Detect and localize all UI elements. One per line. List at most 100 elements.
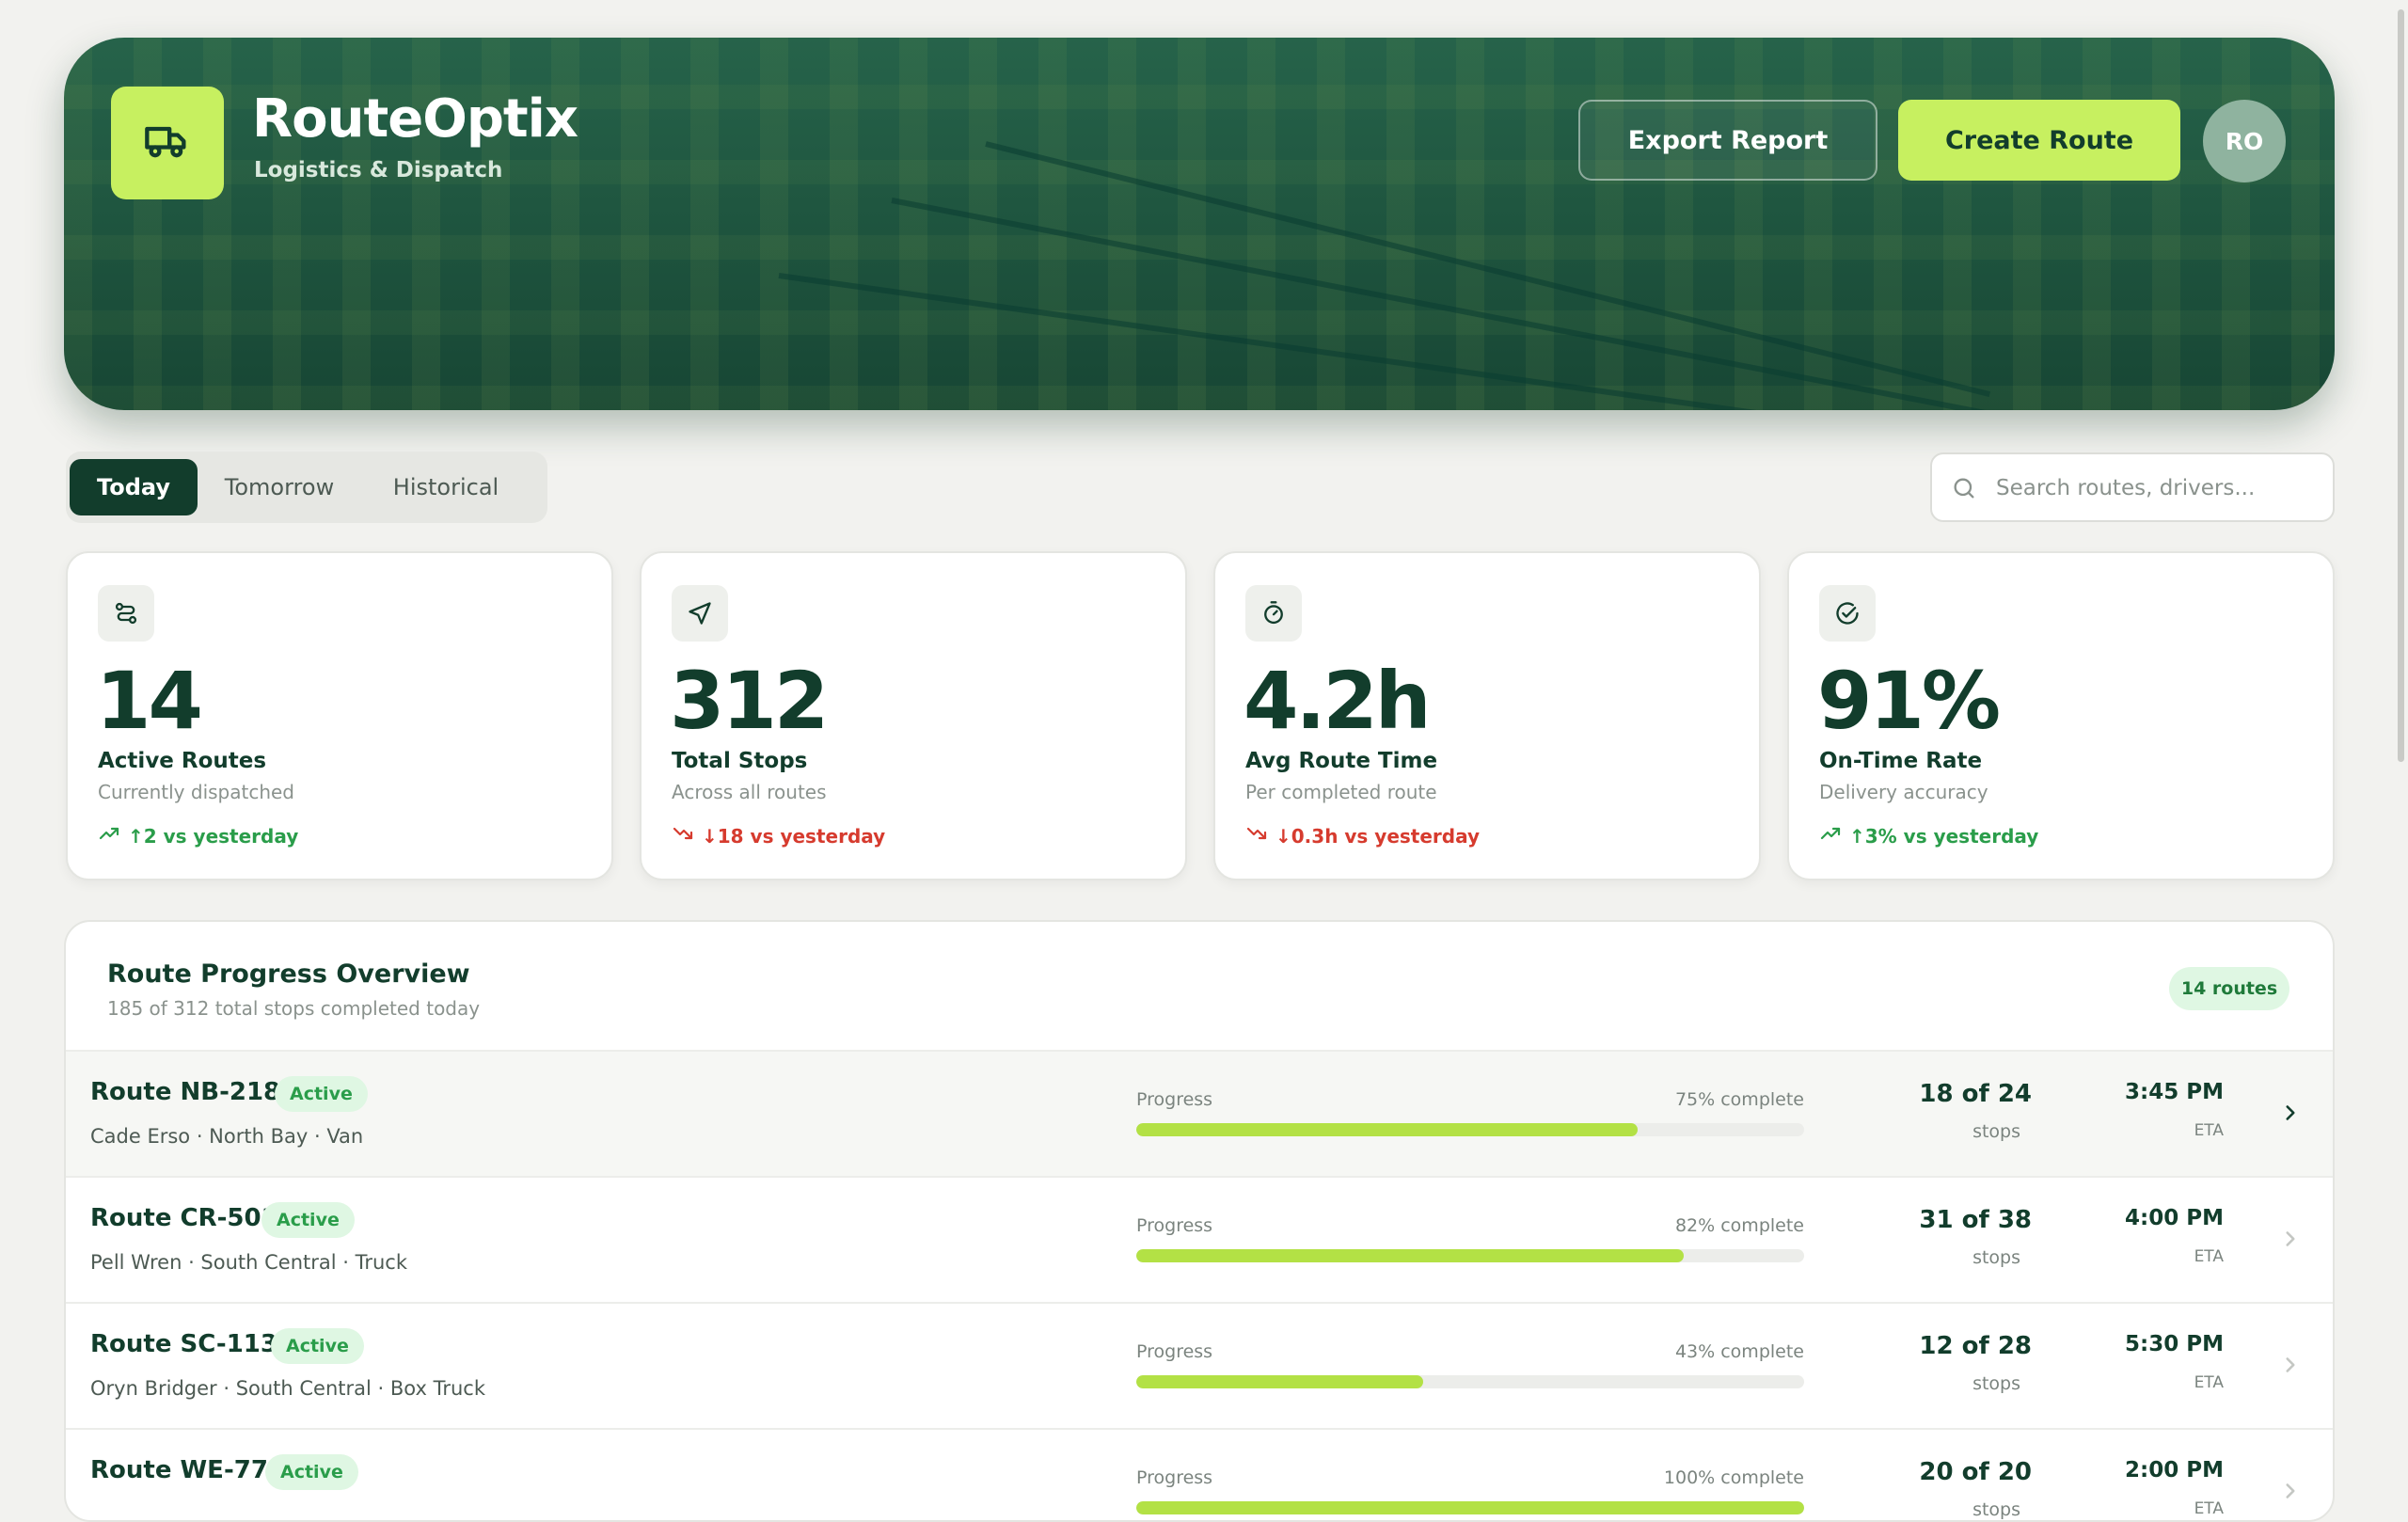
stops-count: 20 of 20: [1919, 1458, 2032, 1486]
route-meta: Cade Erso · North Bay · Van: [90, 1125, 364, 1148]
tab-today[interactable]: Today: [70, 459, 198, 515]
progress-bar: [1136, 1375, 1804, 1388]
stat-caption: Delivery accuracy: [1819, 781, 1988, 803]
route-meta: Oryn Bridger · South Central · Box Truck: [90, 1377, 485, 1400]
stat-trend: ↑2 vs yesterday: [98, 822, 298, 849]
stat-trend-text: ↑2 vs yesterday: [128, 824, 299, 848]
chevron-right-icon[interactable]: [2278, 1479, 2303, 1507]
stat-card-avg-route-time: 4.2h Avg Route Time Per completed route …: [1213, 551, 1761, 880]
stat-value: 14: [96, 655, 203, 747]
tab-tomorrow[interactable]: Tomorrow: [211, 459, 348, 515]
route-icon: [98, 585, 154, 642]
route-progress-panel: Route Progress Overview 185 of 312 total…: [64, 920, 2335, 1522]
route-row[interactable]: Route SC-1138 Active Oryn Bridger · Sout…: [66, 1302, 2333, 1428]
stat-trend: ↑3% vs yesterday: [1819, 822, 2038, 849]
page-scrollbar-thumb[interactable]: [2398, 9, 2404, 762]
progress-fill: [1136, 1501, 1804, 1514]
progress-percent: 100% complete: [1663, 1467, 1804, 1488]
stat-card-on-time-rate: 91% On-Time Rate Delivery accuracy ↑3% v…: [1787, 551, 2335, 880]
route-meta: Pell Wren · South Central · Truck: [90, 1251, 408, 1274]
stat-value: 312: [670, 655, 829, 747]
stat-label: Avg Route Time: [1245, 749, 1438, 773]
progress-label: Progress: [1136, 1467, 1213, 1488]
chevron-right-icon[interactable]: [2278, 1227, 2303, 1255]
eta-time: 4:00 PM: [2125, 1206, 2224, 1230]
stat-trend: ↓0.3h vs yesterday: [1245, 822, 1480, 849]
status-badge: Active: [271, 1328, 364, 1364]
progress-bar: [1136, 1123, 1804, 1136]
panel-title: Route Progress Overview: [107, 959, 470, 989]
progress-label: Progress: [1136, 1341, 1213, 1362]
route-row[interactable]: Route NB-2187 Active Cade Erso · North B…: [66, 1050, 2333, 1176]
progress-percent: 82% complete: [1674, 1215, 1804, 1236]
create-route-button[interactable]: Create Route: [1898, 100, 2180, 181]
page-scrollbar[interactable]: [2395, 0, 2408, 1505]
stat-trend-text: ↓18 vs yesterday: [702, 824, 886, 848]
stops-count: 31 of 38: [1919, 1206, 2032, 1234]
stops-label: stops: [1972, 1499, 2020, 1520]
check-circle-icon: [1819, 585, 1876, 642]
stat-trend-text: ↑3% vs yesterday: [1849, 824, 2039, 848]
chevron-right-icon[interactable]: [2278, 1353, 2303, 1381]
eta-time: 5:30 PM: [2125, 1332, 2224, 1356]
search-box[interactable]: [1930, 452, 2335, 522]
stat-trend-text: ↓0.3h vs yesterday: [1275, 824, 1481, 848]
navigation-icon: [672, 585, 728, 642]
route-row[interactable]: Route WE-774 Active Progress 100% comple…: [66, 1428, 2333, 1520]
status-badge: Active: [261, 1202, 355, 1238]
status-badge: Active: [275, 1076, 368, 1112]
trend-up-icon: [1819, 822, 1842, 849]
progress-fill: [1136, 1249, 1685, 1262]
stat-caption: Per completed route: [1245, 781, 1437, 803]
stat-label: Total Stops: [672, 749, 808, 773]
stops-count: 18 of 24: [1919, 1080, 2032, 1108]
eta-label: ETA: [2194, 1499, 2224, 1518]
brand-logo: [111, 87, 224, 199]
trend-up-icon: [98, 822, 120, 849]
eta-label: ETA: [2194, 1373, 2224, 1392]
search-icon: [1951, 475, 1977, 505]
progress-label: Progress: [1136, 1089, 1213, 1110]
avatar[interactable]: RO: [2203, 100, 2286, 182]
eta-time: 3:45 PM: [2125, 1080, 2224, 1104]
date-range-tabs: Today Tomorrow Historical: [66, 452, 547, 523]
stat-trend: ↓18 vs yesterday: [672, 822, 885, 849]
trend-down-icon: [1245, 822, 1268, 849]
header-banner: RouteOptix Logistics & Dispatch Export R…: [64, 38, 2335, 410]
stat-caption: Across all routes: [672, 781, 827, 803]
app-tagline: Logistics & Dispatch: [254, 158, 503, 182]
stops-label: stops: [1972, 1121, 2020, 1142]
eta-label: ETA: [2194, 1121, 2224, 1140]
trend-down-icon: [672, 822, 694, 849]
stops-label: stops: [1972, 1373, 2020, 1394]
progress-fill: [1136, 1375, 1424, 1388]
tab-historical[interactable]: Historical: [359, 459, 532, 515]
stat-caption: Currently dispatched: [98, 781, 295, 803]
panel-subtitle: 185 of 312 total stops completed today: [107, 997, 481, 1020]
stat-card-total-stops: 312 Total Stops Across all routes ↓18 vs…: [640, 551, 1187, 880]
status-badge: Active: [265, 1454, 358, 1490]
search-input[interactable]: [1994, 468, 2318, 509]
eta-time: 2:00 PM: [2125, 1458, 2224, 1482]
route-name: Route SC-1138: [90, 1330, 295, 1358]
route-name: Route WE-774: [90, 1456, 286, 1484]
stops-label: stops: [1972, 1247, 2020, 1268]
truck-icon: [143, 117, 192, 169]
route-count-badge: 14 routes: [2169, 967, 2289, 1010]
stat-label: Active Routes: [98, 749, 267, 773]
route-name: Route CR-501: [90, 1204, 278, 1232]
progress-bar: [1136, 1501, 1804, 1514]
eta-label: ETA: [2194, 1247, 2224, 1266]
stat-value: 4.2h: [1244, 655, 1432, 747]
progress-bar: [1136, 1249, 1804, 1262]
progress-percent: 43% complete: [1674, 1341, 1804, 1362]
stat-label: On-Time Rate: [1819, 749, 1983, 773]
progress-fill: [1136, 1123, 1638, 1136]
app-name: RouteOptix: [252, 88, 578, 150]
stat-value: 91%: [1817, 655, 2001, 747]
route-row[interactable]: Route CR-501 Active Pell Wren · South Ce…: [66, 1176, 2333, 1302]
timer-icon: [1245, 585, 1302, 642]
chevron-right-icon[interactable]: [2278, 1101, 2303, 1129]
export-report-button[interactable]: Export Report: [1578, 100, 1877, 181]
progress-percent: 75% complete: [1674, 1089, 1804, 1110]
